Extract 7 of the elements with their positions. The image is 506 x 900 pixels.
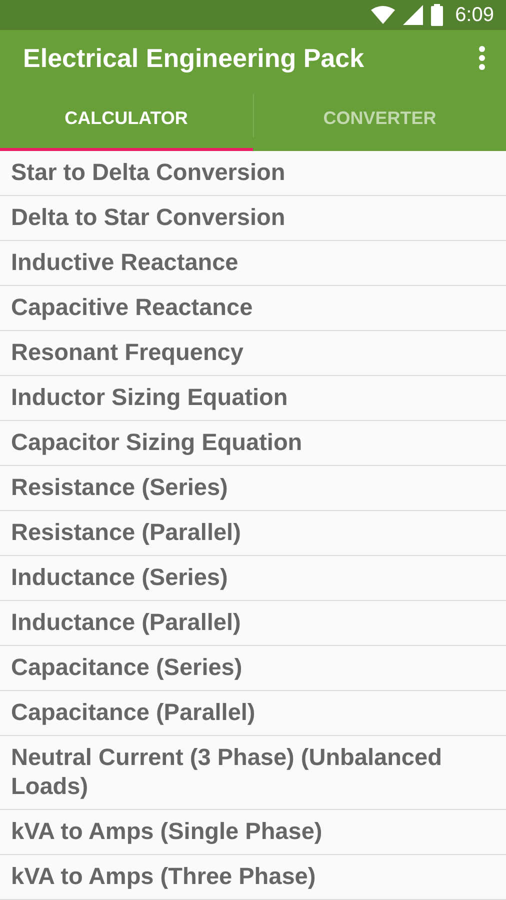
tab[interactable]: CALCULATOR [0, 86, 252, 151]
more-options-icon [478, 45, 486, 71]
signal-icon [403, 5, 424, 25]
app-title: Electrical Engineering Pack [23, 42, 364, 74]
wifi-icon [371, 6, 396, 24]
battery-icon [431, 4, 444, 26]
clock-time: 6:09 [455, 3, 494, 28]
